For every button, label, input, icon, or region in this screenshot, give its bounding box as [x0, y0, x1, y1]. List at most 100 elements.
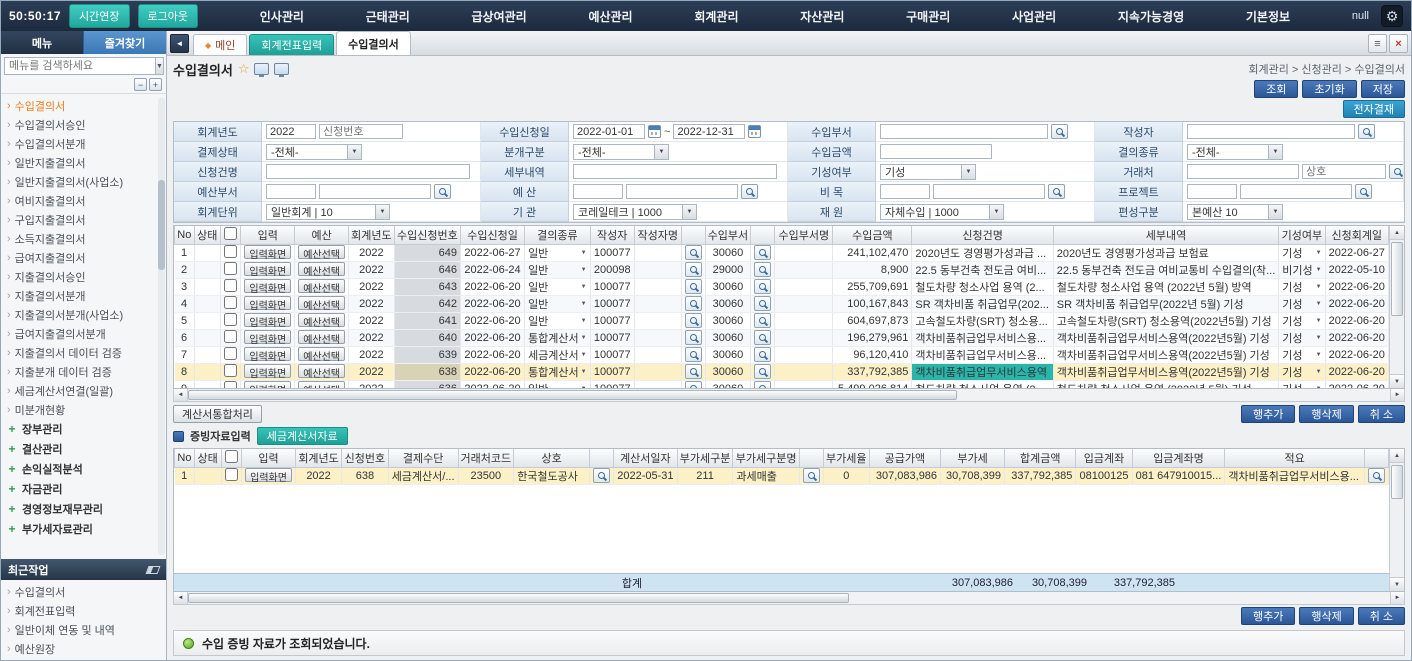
eraser-icon[interactable] [146, 566, 161, 574]
search-button[interactable] [685, 296, 702, 311]
extend-time-button[interactable]: 시간연장 [69, 4, 129, 28]
tab-voucher-entry[interactable]: 회계전표입력 [249, 34, 334, 55]
evidence-row[interactable]: 1입력화면2022638세금계산서/...23500한국철도공사2022-05-… [175, 467, 1389, 484]
evidence-grid-vscrollbar[interactable]: ▲ ▼ [1389, 449, 1404, 591]
merge-bill-button[interactable]: 계산서통합처리 [173, 405, 262, 423]
scroll-down-icon[interactable]: ▼ [1390, 374, 1404, 388]
input-screen-button[interactable]: 입력화면 [244, 330, 291, 344]
search-button[interactable] [754, 262, 771, 277]
complete-combo[interactable]: 기성▼ [1282, 347, 1321, 363]
search-button[interactable] [685, 364, 702, 379]
sidebar-tab-menu[interactable]: 메뉴 [1, 31, 83, 54]
income-dept-search-button[interactable] [1051, 124, 1068, 139]
complete-combo[interactable]: 기성▼ [1282, 381, 1321, 390]
search-button[interactable] [754, 279, 771, 294]
topbar-menu-item[interactable]: 구매관리 [898, 8, 958, 25]
search-button[interactable] [754, 364, 771, 379]
decision-type-combo[interactable]: 일반▼ [528, 381, 587, 390]
collapse-all-button[interactable]: − [134, 78, 147, 91]
scroll-right-icon[interactable]: ► [1390, 389, 1404, 401]
decision-type-combo[interactable]: 일반▼ [528, 296, 587, 312]
decision-type-combo[interactable]: 일반▼ [528, 279, 587, 295]
decision-type-combo[interactable]: 통합계산서▼ [528, 364, 587, 380]
income-row[interactable]: 4입력화면예산선택20226422022-06-20일반▼10007730060… [175, 295, 1389, 312]
sidebar-tab-favorites[interactable]: 즐겨찾기 [83, 31, 166, 54]
sidebar-item[interactable]: ›수입결의서승인 [7, 115, 166, 134]
income-grid-vscrollbar[interactable]: ▲ ▼ [1389, 226, 1404, 388]
search-button[interactable] [754, 381, 771, 389]
cancel-button-bottom[interactable]: 취 소 [1358, 607, 1405, 625]
input-screen-button[interactable]: 입력화면 [244, 347, 291, 361]
sidebar-item[interactable]: ›일반지출결의서 [7, 153, 166, 172]
complete-combo[interactable]: 비기성▼ [1282, 262, 1321, 278]
decision-type-select[interactable]: -전체- ▼ [1187, 144, 1283, 160]
decision-type-combo[interactable]: 세금계산서▼ [528, 347, 587, 363]
date-from-input[interactable] [573, 124, 645, 139]
save-button[interactable]: 저장 [1361, 80, 1405, 98]
recent-item[interactable]: ›회계전표입력 [7, 601, 166, 620]
income-row[interactable]: 3입력화면예산선택20226432022-06-20일반▼10007730060… [175, 278, 1389, 295]
favorite-star-icon[interactable]: ☆ [238, 61, 250, 77]
complete-select[interactable]: 기성 ▼ [880, 164, 976, 180]
sidebar-item[interactable]: ›지출결의서분개 [7, 286, 166, 305]
case-title-input[interactable] [266, 164, 470, 179]
scroll-up-icon[interactable]: ▲ [1390, 449, 1404, 463]
budget-select-button[interactable]: 예산선택 [298, 364, 345, 378]
complete-combo[interactable]: 기성▼ [1282, 279, 1321, 295]
calendar-icon[interactable] [748, 125, 761, 138]
budget-type-select[interactable]: 본예산 10 ▼ [1187, 204, 1283, 220]
sidebar-item[interactable]: ›세금계산서연결(일괄) [7, 381, 166, 400]
search-button[interactable] [685, 330, 702, 345]
project-search-button[interactable] [1355, 184, 1372, 199]
tab-main[interactable]: ◆ 메인 [193, 34, 247, 55]
search-button[interactable] [685, 279, 702, 294]
row-checkbox[interactable] [224, 313, 237, 326]
sidebar-item[interactable]: ›미분개현황 [7, 400, 166, 419]
sidebar-group[interactable]: +장부관리 [7, 419, 166, 439]
tab-close-button[interactable]: × [1389, 34, 1408, 53]
complete-combo[interactable]: 기성▼ [1282, 364, 1321, 380]
row-checkbox[interactable] [224, 347, 237, 360]
budget-dept-name-input[interactable] [319, 184, 431, 199]
expense-item-search-button[interactable] [1048, 184, 1065, 199]
search-button[interactable] [754, 296, 771, 311]
search-button[interactable] [1368, 468, 1385, 483]
budget-name-input[interactable] [626, 184, 738, 199]
topbar-menu-item[interactable]: 근태관리 [358, 8, 418, 25]
income-row[interactable]: 1입력화면예산선택20226492022-06-27일반▼10007730060… [175, 244, 1389, 261]
budget-dept-code-input[interactable] [266, 184, 316, 199]
sidebar-item[interactable]: ›수입결의서분개 [7, 134, 166, 153]
scroll-left-icon[interactable]: ◄ [174, 389, 188, 401]
sidebar-item[interactable]: ›구입지출결의서 [7, 210, 166, 229]
menu-search-input[interactable] [4, 57, 156, 75]
budget-select-button[interactable]: 예산선택 [298, 296, 345, 310]
sidebar-item[interactable]: ›급여지출결의서분개 [7, 324, 166, 343]
budget-select-button[interactable]: 예산선택 [298, 245, 345, 259]
search-button[interactable] [685, 313, 702, 328]
income-row[interactable]: 5입력화면예산선택20226412022-06-20일반▼10007730060… [175, 312, 1389, 329]
sidebar-item[interactable]: ›여비지출결의서 [7, 191, 166, 210]
search-button[interactable] [685, 245, 702, 260]
topbar-menu-item[interactable]: 회계관리 [686, 8, 746, 25]
row-checkbox[interactable] [224, 296, 237, 309]
writer-search-button[interactable] [1358, 124, 1375, 139]
income-amount-input[interactable] [880, 144, 992, 159]
topbar-menu-item[interactable]: 지속가능경영 [1110, 8, 1192, 25]
decision-type-combo[interactable]: 통합계산서▼ [528, 330, 587, 346]
search-button[interactable] [754, 347, 771, 362]
vendor-name-input[interactable] [1302, 164, 1386, 179]
fund-select[interactable]: 자체수입 | 1000 ▼ [880, 204, 1004, 220]
complete-combo[interactable]: 기성▼ [1282, 245, 1321, 261]
search-button[interactable] [754, 330, 771, 345]
request-no-input[interactable] [319, 124, 403, 139]
search-button[interactable] [685, 347, 702, 362]
tab-list-button[interactable]: ≡ [1368, 34, 1387, 53]
input-screen-button[interactable]: 입력화면 [244, 262, 291, 276]
income-row[interactable]: 9입력화면예산선택20226362022-06-20일반▼10007730060… [175, 380, 1389, 389]
search-button[interactable] [754, 245, 771, 260]
sidebar-group[interactable]: +경영정보재무관리 [7, 499, 166, 519]
recent-item[interactable]: ›예산원장 [7, 639, 166, 658]
search-button[interactable] [803, 468, 820, 483]
project-name-input[interactable] [1240, 184, 1352, 199]
org-select[interactable]: 코레일테크 | 1000 ▼ [573, 204, 697, 220]
